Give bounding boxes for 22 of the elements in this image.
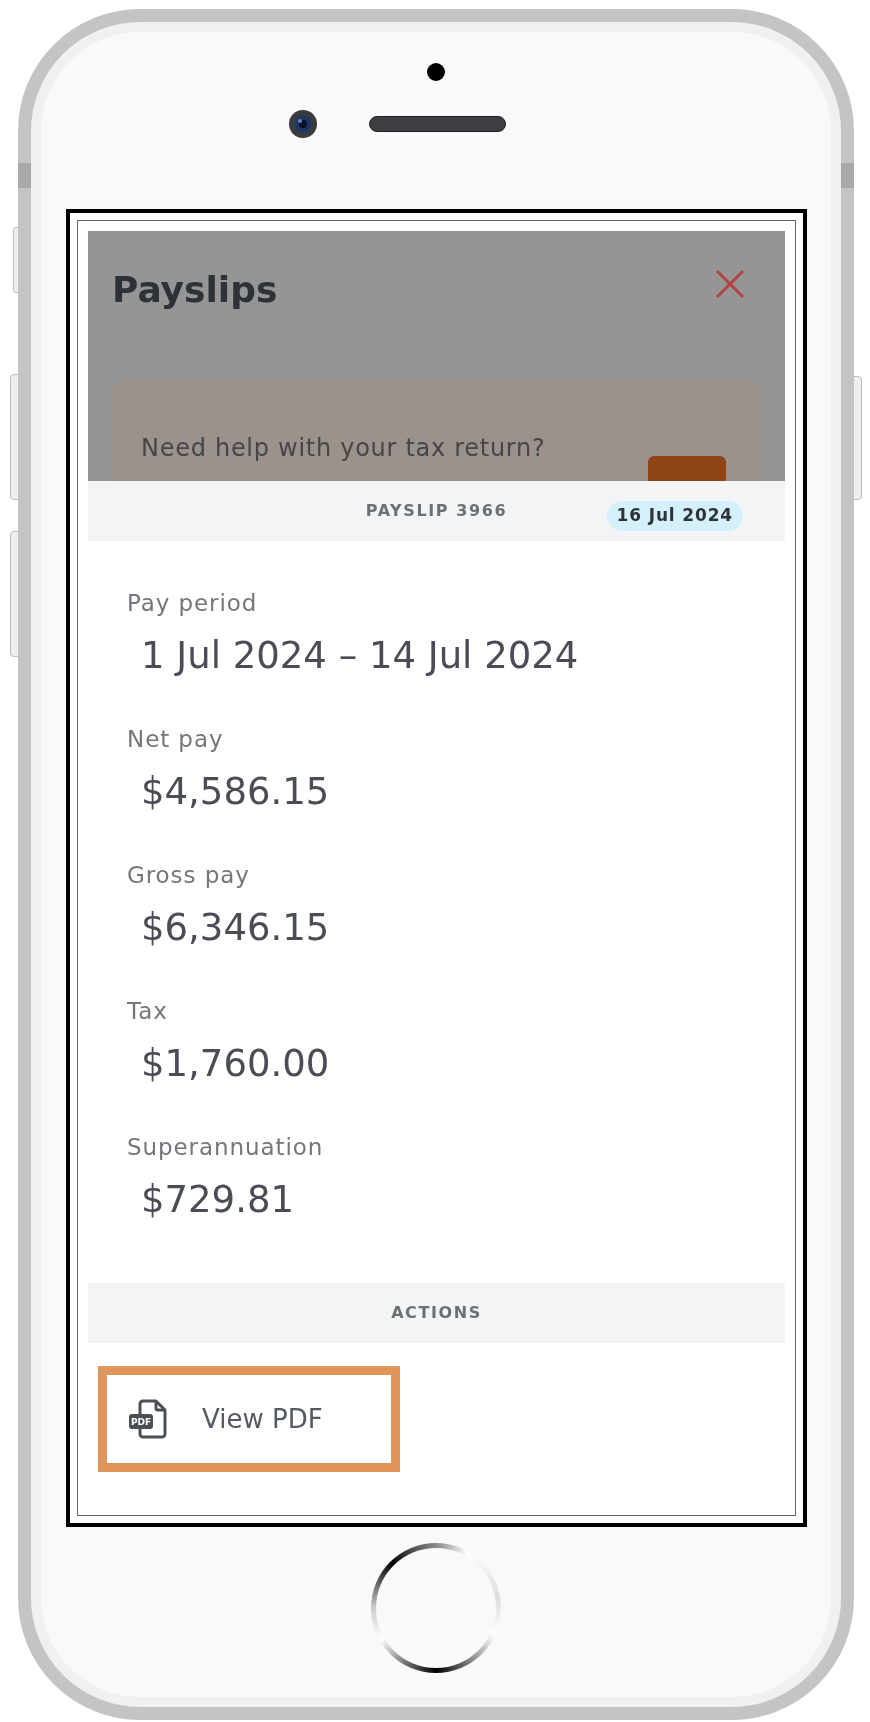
payslip-title: PAYSLIP 3966 — [365, 500, 508, 522]
field-label: Pay period — [127, 589, 258, 617]
field-value: $729.81 — [140, 1178, 294, 1222]
field-value: 1 Jul 2024 – 14 Jul 2024 — [140, 634, 579, 678]
antenna-band — [841, 163, 854, 188]
field-label: Tax — [127, 997, 168, 1025]
speaker-grille-icon — [369, 116, 506, 132]
view-pdf-button[interactable]: PDF View PDF — [98, 1366, 400, 1472]
field-value: $4,586.15 — [140, 770, 330, 814]
field-value: $6,346.15 — [140, 906, 330, 950]
sensor-icon — [427, 63, 445, 81]
page-title: Payslips — [112, 268, 278, 312]
close-icon[interactable] — [714, 268, 746, 300]
banner-text: Need help with your tax return? — [141, 433, 546, 463]
field-label: Gross pay — [127, 861, 250, 889]
camera-lens-icon — [289, 110, 317, 138]
field-label: Net pay — [127, 725, 224, 753]
section-title: ACTIONS — [391, 1302, 482, 1324]
field-label: Superannuation — [127, 1133, 324, 1161]
antenna-band — [18, 163, 31, 188]
date-badge: 16 Jul 2024 — [606, 501, 743, 531]
field-value: $1,760.00 — [140, 1042, 330, 1086]
